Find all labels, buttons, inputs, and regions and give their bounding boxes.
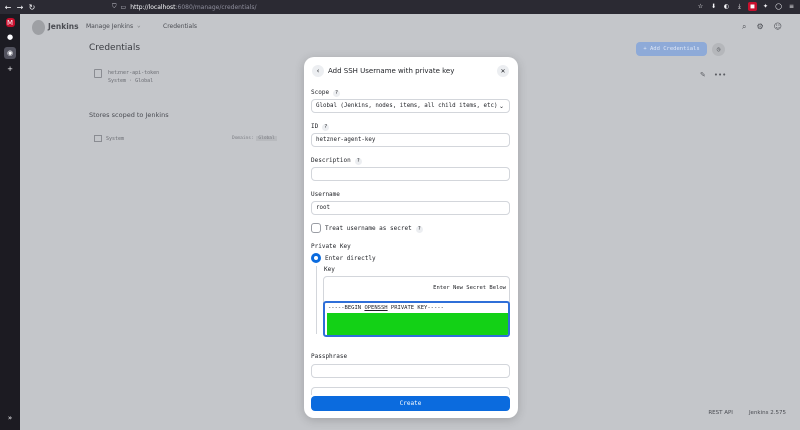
jenkins-logo-icon — [32, 20, 45, 35]
edit-pencil-icon[interactable]: ✎ — [700, 71, 706, 79]
description-label-text: Description — [311, 157, 351, 164]
url-path: :6080/manage/credentials/ — [175, 3, 257, 11]
addon-icon[interactable]: ◼ — [748, 2, 757, 11]
manage-gear-icon[interactable]: ⚙ — [756, 22, 763, 32]
description-input[interactable] — [311, 167, 510, 181]
id-input[interactable]: hetzner-agent-key — [311, 133, 510, 147]
help-icon[interactable]: ◷ — [712, 43, 725, 56]
credential-icon — [94, 69, 102, 78]
domain-badge[interactable]: Global — [256, 136, 277, 141]
key-label: Key — [324, 266, 335, 273]
bookmark-star-icon[interactable]: ☆ — [696, 2, 705, 11]
page-info-icon: ▭ — [120, 3, 127, 11]
browser-toolbar: ← → ↻ ⛉ ▭ http://localhost:6080/manage/c… — [0, 0, 800, 14]
scope-label-text: Scope — [311, 89, 330, 96]
github-icon[interactable]: ● — [4, 31, 16, 43]
private-key-label: Private Key — [311, 243, 351, 250]
add-credentials-button[interactable]: + Add Credentials — [636, 42, 707, 56]
browser-extensions: ☆ ⬇ ◐ ⤓ ◼ ✦ ◯ ≡ — [696, 2, 796, 11]
breadcrumb-manage-jenkins[interactable]: Manage Jenkins — [86, 23, 133, 30]
enter-directly-radio[interactable] — [311, 253, 321, 263]
stores-heading: Stores scoped to Jenkins — [89, 111, 169, 119]
key-first-line: -----BEGIN OPENSSH PRIVATE KEY----- — [328, 305, 444, 311]
brand-title[interactable]: Jenkins — [48, 22, 79, 31]
header-actions: ⌕ ⚙ ☺ — [742, 22, 782, 32]
help-icon[interactable]: ? — [322, 124, 330, 131]
username-value: root — [316, 205, 330, 211]
store-icon — [94, 135, 102, 142]
address-bar[interactable]: ⛉ ▭ http://localhost:6080/manage/credent… — [112, 2, 672, 12]
credential-name[interactable]: hetzner-api-token — [108, 69, 159, 77]
pocket-icon[interactable]: ⬇ — [709, 2, 718, 11]
user-avatar-icon[interactable]: ☺ — [774, 22, 782, 32]
browser-sidebar: M ● ◉ + » — [0, 14, 20, 430]
page-title: Credentials — [89, 43, 141, 53]
search-icon[interactable]: ⌕ — [742, 22, 746, 32]
redacted-key-block — [327, 313, 508, 335]
username-input[interactable]: root — [311, 201, 510, 215]
url-host: localhost — [148, 3, 176, 11]
partial-field — [311, 387, 510, 395]
account-icon[interactable]: ◯ — [774, 2, 783, 11]
private-key-textarea[interactable]: -----BEGIN OPENSSH PRIVATE KEY----- — [323, 301, 510, 337]
help-icon[interactable]: ? — [354, 158, 362, 165]
gmail-icon[interactable]: M — [5, 18, 15, 27]
expand-sidebar-icon[interactable]: » — [4, 412, 16, 424]
version-link[interactable]: Jenkins 2.575 — [749, 410, 786, 416]
puzzle-icon[interactable]: ✦ — [761, 2, 770, 11]
scope-label: Scope? — [311, 89, 341, 97]
help-icon[interactable]: ? — [415, 226, 423, 233]
key-line-part-2: OPENSSH — [364, 305, 388, 311]
store-row[interactable]: System — [94, 135, 124, 142]
menu-icon[interactable]: ≡ — [787, 2, 796, 11]
extension-icon[interactable]: ◐ — [722, 2, 731, 11]
id-label-text: ID — [311, 123, 319, 130]
id-label: ID? — [311, 123, 330, 131]
add-panel-icon[interactable]: + — [4, 63, 16, 75]
scope-value: Global (Jenkins, nodes, items, all child… — [316, 103, 498, 109]
create-button[interactable]: Create — [311, 396, 510, 411]
dialog-title: Add SSH Username with private key — [328, 67, 455, 75]
radio-indent-line — [316, 266, 317, 334]
scope-select[interactable]: Global (Jenkins, nodes, items, all child… — [311, 99, 510, 113]
add-credential-dialog: ‹ Add SSH Username with private key ✕ Sc… — [304, 57, 518, 418]
username-label: Username — [311, 191, 340, 198]
credential-subtitle: System · Global — [108, 78, 154, 84]
store-domains: Domains: Global — [232, 136, 277, 141]
reload-icon[interactable]: ↻ — [26, 0, 38, 14]
description-label: Description? — [311, 157, 362, 165]
more-dots-icon[interactable]: ••• — [714, 71, 726, 79]
rest-api-link[interactable]: REST API — [708, 410, 733, 416]
treat-secret-label: Treat username as secret? — [325, 225, 423, 233]
url-text: http://localhost:6080/manage/credentials… — [130, 3, 257, 11]
shield-icon: ⛉ — [112, 3, 117, 10]
download-icon[interactable]: ⤓ — [735, 2, 744, 11]
help-icon[interactable]: ? — [333, 90, 341, 97]
jenkins-tab-icon[interactable]: ◉ — [4, 47, 16, 59]
forward-arrow-icon[interactable]: → — [14, 0, 26, 14]
treat-secret-text[interactable]: Treat username as secret — [325, 225, 412, 232]
passphrase-label: Passphrase — [311, 353, 348, 360]
key-line-part-3: PRIVATE KEY----- — [387, 305, 444, 311]
back-arrow-icon[interactable]: ← — [2, 0, 14, 14]
passphrase-input[interactable] — [311, 364, 510, 378]
key-line-part-1: -----BEGIN — [328, 305, 365, 311]
chevron-down-icon[interactable]: ⌄ — [137, 22, 141, 29]
breadcrumb-credentials[interactable]: Credentials — [163, 23, 197, 30]
key-note: Enter New Secret Below — [433, 285, 506, 291]
close-icon[interactable]: ✕ — [497, 65, 509, 77]
enter-directly-label[interactable]: Enter directly — [325, 255, 376, 262]
back-arrow-icon[interactable]: ‹ — [312, 65, 324, 77]
store-name[interactable]: System — [106, 136, 124, 142]
row-actions: ✎ ••• — [700, 71, 726, 79]
domains-label: Domains: — [232, 136, 254, 141]
page-footer: REST API Jenkins 2.575 — [708, 410, 786, 416]
chevron-down-icon: ⌄ — [498, 103, 504, 110]
treat-username-secret-checkbox[interactable] — [311, 223, 321, 233]
id-value: hetzner-agent-key — [316, 137, 376, 143]
